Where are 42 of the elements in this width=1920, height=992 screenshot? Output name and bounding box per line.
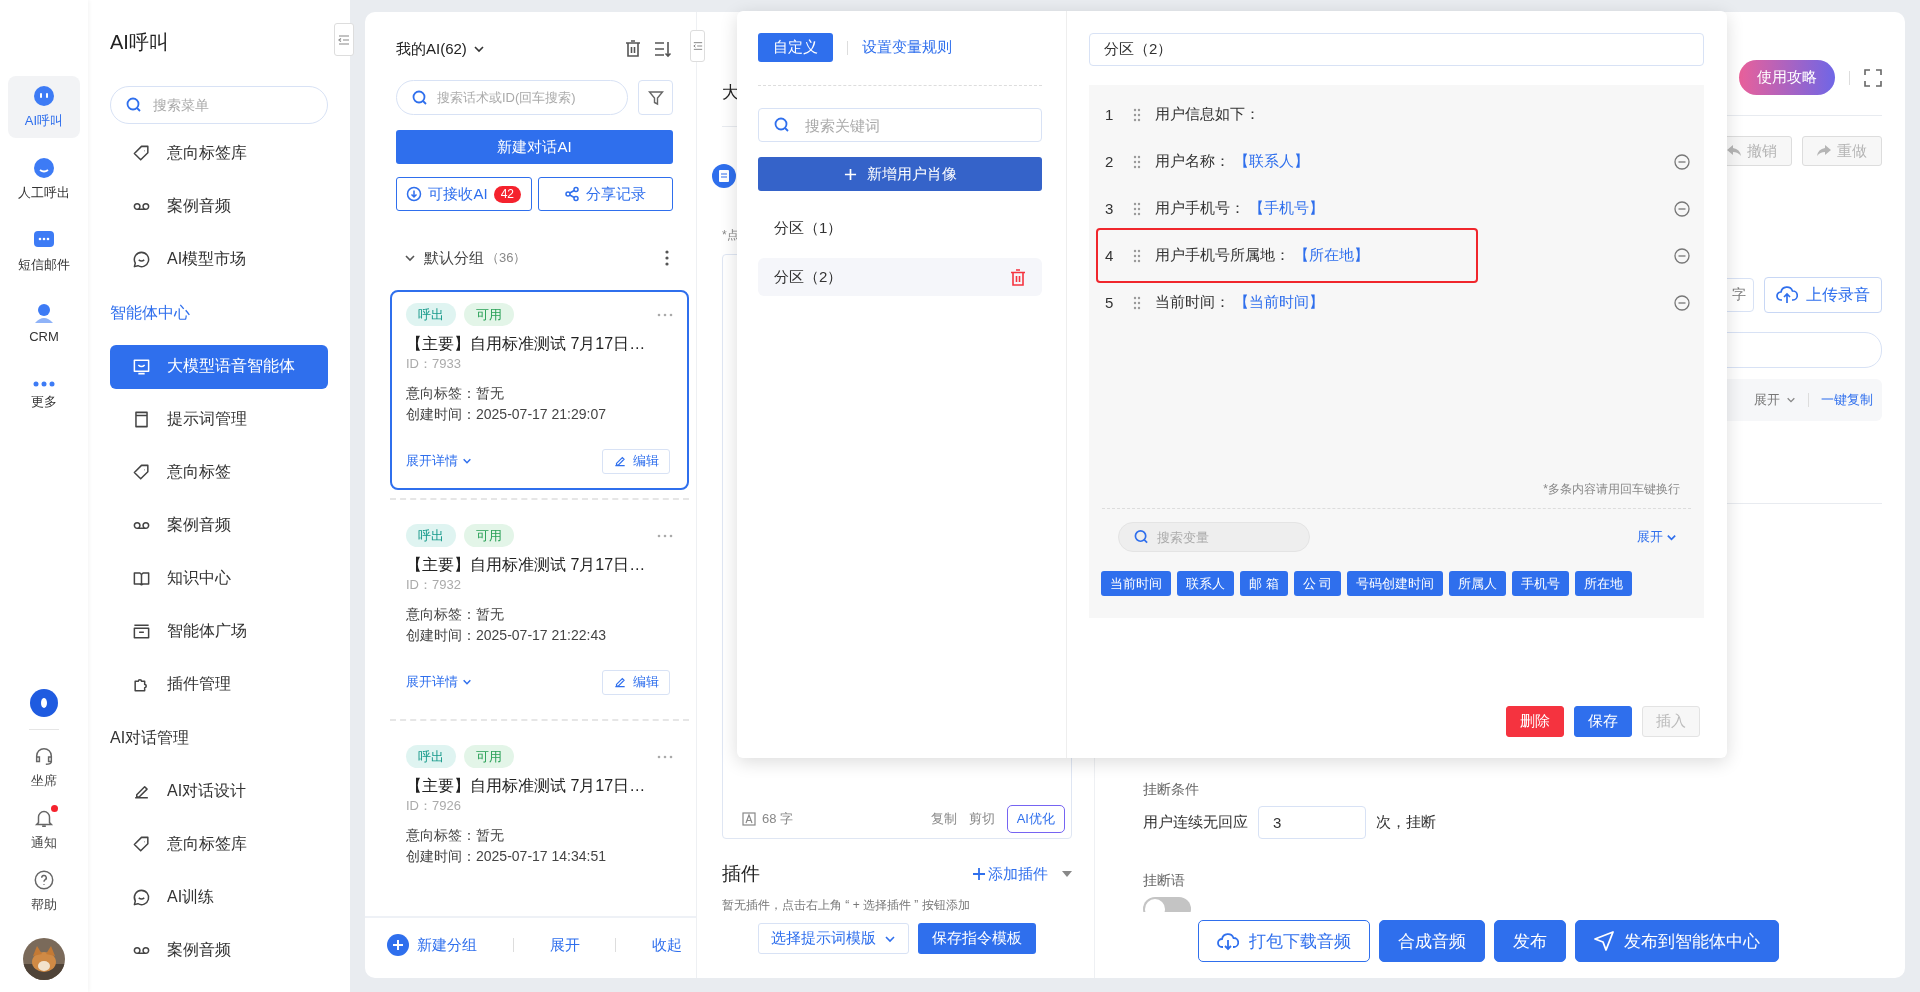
empty-hint: 暂无插件，点击右上角 “ + 选择插件 ” 按钮添加 — [722, 897, 971, 913]
field-label: 挂断语 — [1143, 871, 1185, 890]
card-title: 【主要】自用标准测试 7月17日… — [406, 776, 647, 796]
card-date: 创建时间：2025-07-17 14:34:51 — [406, 847, 607, 866]
count-badge: 42 — [493, 185, 521, 203]
sidebar-title: AI呼叫 — [110, 30, 170, 55]
status-tag: 可用 — [464, 303, 514, 326]
line-text: 用户手机号： — [1155, 199, 1245, 218]
field-suffix: 次，挂断 — [1376, 813, 1436, 832]
section-heading: AI对话管理 — [110, 728, 191, 748]
card-date: 创建时间：2025-07-17 21:29:07 — [406, 405, 607, 424]
group-count: （36） — [486, 249, 527, 267]
card-date: 创建时间：2025-07-17 21:22:43 — [406, 626, 607, 645]
line-number: 4 — [1105, 247, 1115, 264]
section-title: 大 — [722, 82, 739, 104]
char-count: 68 字 — [762, 810, 794, 828]
line-text: 用户手机号所属地： — [1155, 246, 1290, 265]
line-number: 1 — [1105, 106, 1115, 123]
card-id: ID：7933 — [406, 356, 462, 372]
field-label: 挂断条件 — [1143, 780, 1199, 799]
card-id: ID：7932 — [406, 577, 462, 593]
section-heading: 智能体中心 — [110, 303, 191, 323]
line-number: 5 — [1105, 294, 1115, 311]
line-text: 用户信息如下： — [1155, 105, 1260, 124]
card-title: 【主要】自用标准测试 7月17日… — [406, 334, 647, 354]
status-tag: 呼出 — [406, 524, 456, 547]
status-tag: 可用 — [464, 524, 514, 547]
card-title: 【主要】自用标准测试 7月17日… — [406, 555, 647, 575]
line-number: 2 — [1105, 153, 1115, 170]
line-text: 当前时间： — [1155, 293, 1230, 312]
line-text: 用户名称： — [1155, 152, 1230, 171]
status-tag: 呼出 — [406, 745, 456, 768]
card-id: ID：7926 — [406, 798, 462, 814]
card-intent: 意向标签：暂无 — [406, 384, 505, 403]
plugins-title: 插件 — [722, 862, 760, 886]
card-intent: 意向标签：暂无 — [406, 605, 505, 624]
status-tag: 可用 — [464, 745, 514, 768]
hint-text: *多条内容请用回车键换行 — [1543, 482, 1680, 496]
field-prefix: 用户连续无回应 — [1143, 813, 1248, 832]
line-number: 3 — [1105, 200, 1115, 217]
status-tag: 呼出 — [406, 303, 456, 326]
card-intent: 意向标签：暂无 — [406, 826, 505, 845]
